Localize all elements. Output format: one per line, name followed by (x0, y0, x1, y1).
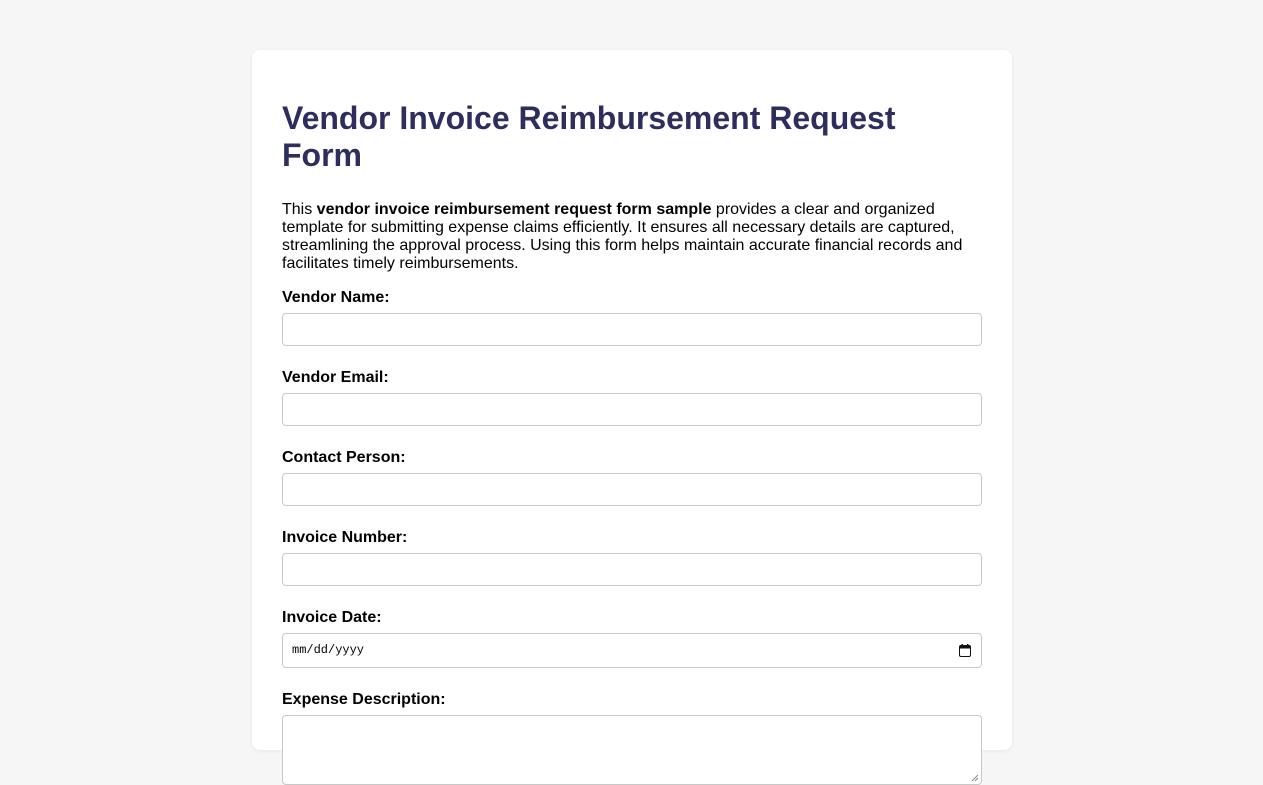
invoice-date-field: Invoice Date: mm/dd/yyyy (282, 609, 982, 668)
contact-person-label: Contact Person: (282, 449, 406, 466)
form-content: Vendor Invoice Reimbursement Request For… (282, 100, 982, 785)
invoice-date-input[interactable]: mm/dd/yyyy (282, 633, 982, 668)
form-card: Vendor Invoice Reimbursement Request For… (252, 50, 1012, 785)
vendor-email-input[interactable] (282, 393, 982, 426)
vendor-name-label: Vendor Name: (282, 289, 390, 306)
intro-bold: vendor invoice reimbursement request for… (316, 201, 712, 218)
contact-person-field: Contact Person: (282, 449, 982, 506)
calendar-icon[interactable] (959, 644, 971, 657)
intro-paragraph: This vendor invoice reimbursement reques… (282, 201, 982, 273)
vendor-name-input[interactable] (282, 313, 982, 346)
expense-description-textarea[interactable] (282, 715, 982, 785)
invoice-number-input[interactable] (282, 553, 982, 586)
expense-description-label: Expense Description: (282, 691, 446, 708)
vendor-email-field: Vendor Email: (282, 369, 982, 426)
invoice-number-field: Invoice Number: (282, 529, 982, 586)
invoice-date-label: Invoice Date: (282, 609, 382, 626)
invoice-number-label: Invoice Number: (282, 529, 408, 546)
vendor-email-label: Vendor Email: (282, 369, 389, 386)
resize-handle-icon[interactable] (971, 774, 979, 782)
expense-description-field: Expense Description: (282, 691, 982, 785)
intro-prefix: This (282, 201, 317, 218)
invoice-date-placeholder: mm/dd/yyyy (292, 643, 365, 657)
page-title: Vendor Invoice Reimbursement Request For… (282, 100, 896, 173)
vendor-name-field: Vendor Name: (282, 289, 982, 346)
contact-person-input[interactable] (282, 473, 982, 506)
